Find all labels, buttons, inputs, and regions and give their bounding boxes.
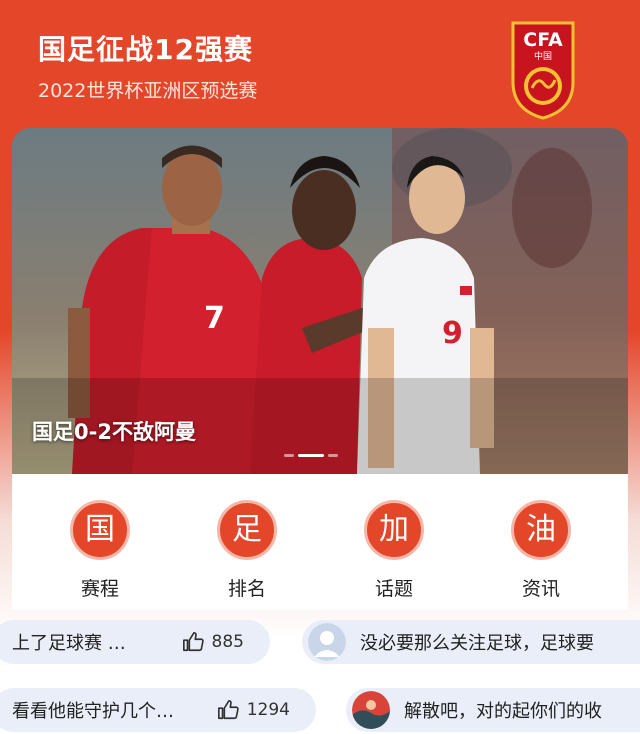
- comment-text: 看看他能守护几个…: [12, 701, 174, 722]
- page-title: 国足征战12强赛: [38, 33, 253, 66]
- thumbs-up-icon: [182, 632, 204, 652]
- comment-pill[interactable]: 看看他能守护几个… 1294: [0, 688, 316, 732]
- quick-link-label: 赛程: [80, 578, 119, 600]
- quick-link-topics[interactable]: 加 话题: [349, 500, 439, 601]
- comment-pill[interactable]: 上了足球赛 … 885: [0, 620, 270, 664]
- hero-banner[interactable]: 7 9 国足0-2不敌阿曼: [12, 128, 628, 474]
- cfa-logo: CFA 中国: [511, 21, 575, 120]
- ranking-icon: 足: [217, 500, 277, 560]
- like-count: 885: [211, 632, 244, 652]
- quick-link-label: 资讯: [521, 578, 560, 600]
- page-subtitle: 2022世界杯亚洲区预选赛: [38, 80, 258, 102]
- avatar: [308, 623, 346, 661]
- carousel-dot[interactable]: [328, 454, 338, 457]
- like-button[interactable]: 1294: [217, 699, 290, 721]
- quick-link-schedule[interactable]: 国 赛程: [55, 500, 145, 601]
- svg-text:7: 7: [204, 301, 225, 336]
- quick-link-news[interactable]: 油 资讯: [496, 500, 586, 601]
- comment-text: 上了足球赛 …: [12, 633, 126, 654]
- comment-pill[interactable]: 解散吧，对的起你们的收: [346, 688, 640, 732]
- thumbs-up-icon: [217, 700, 239, 720]
- like-button[interactable]: 885: [182, 631, 244, 653]
- avatar: [352, 691, 390, 729]
- news-icon: 油: [511, 500, 571, 560]
- comment-pill[interactable]: 没必要那么关注足球，足球要: [302, 620, 640, 664]
- svg-text:CFA: CFA: [523, 29, 563, 51]
- svg-text:9: 9: [442, 316, 463, 351]
- svg-text:中国: 中国: [534, 50, 552, 62]
- carousel-dot[interactable]: [284, 454, 294, 457]
- quick-link-ranking[interactable]: 足 排名: [202, 500, 292, 601]
- topics-icon: 加: [364, 500, 424, 560]
- comment-text: 没必要那么关注足球，足球要: [360, 633, 594, 654]
- quick-link-label: 话题: [374, 578, 413, 600]
- hero-caption: 国足0-2不敌阿曼: [32, 420, 196, 444]
- carousel-indicator[interactable]: [284, 454, 338, 457]
- quick-links-panel: 国 赛程 足 排名 加 话题 油 资讯: [12, 474, 628, 610]
- carousel-dot-active[interactable]: [298, 454, 324, 457]
- schedule-icon: 国: [70, 500, 130, 560]
- like-count: 1294: [246, 700, 290, 720]
- comment-text: 解散吧，对的起你们的收: [404, 701, 602, 722]
- quick-link-label: 排名: [227, 578, 266, 600]
